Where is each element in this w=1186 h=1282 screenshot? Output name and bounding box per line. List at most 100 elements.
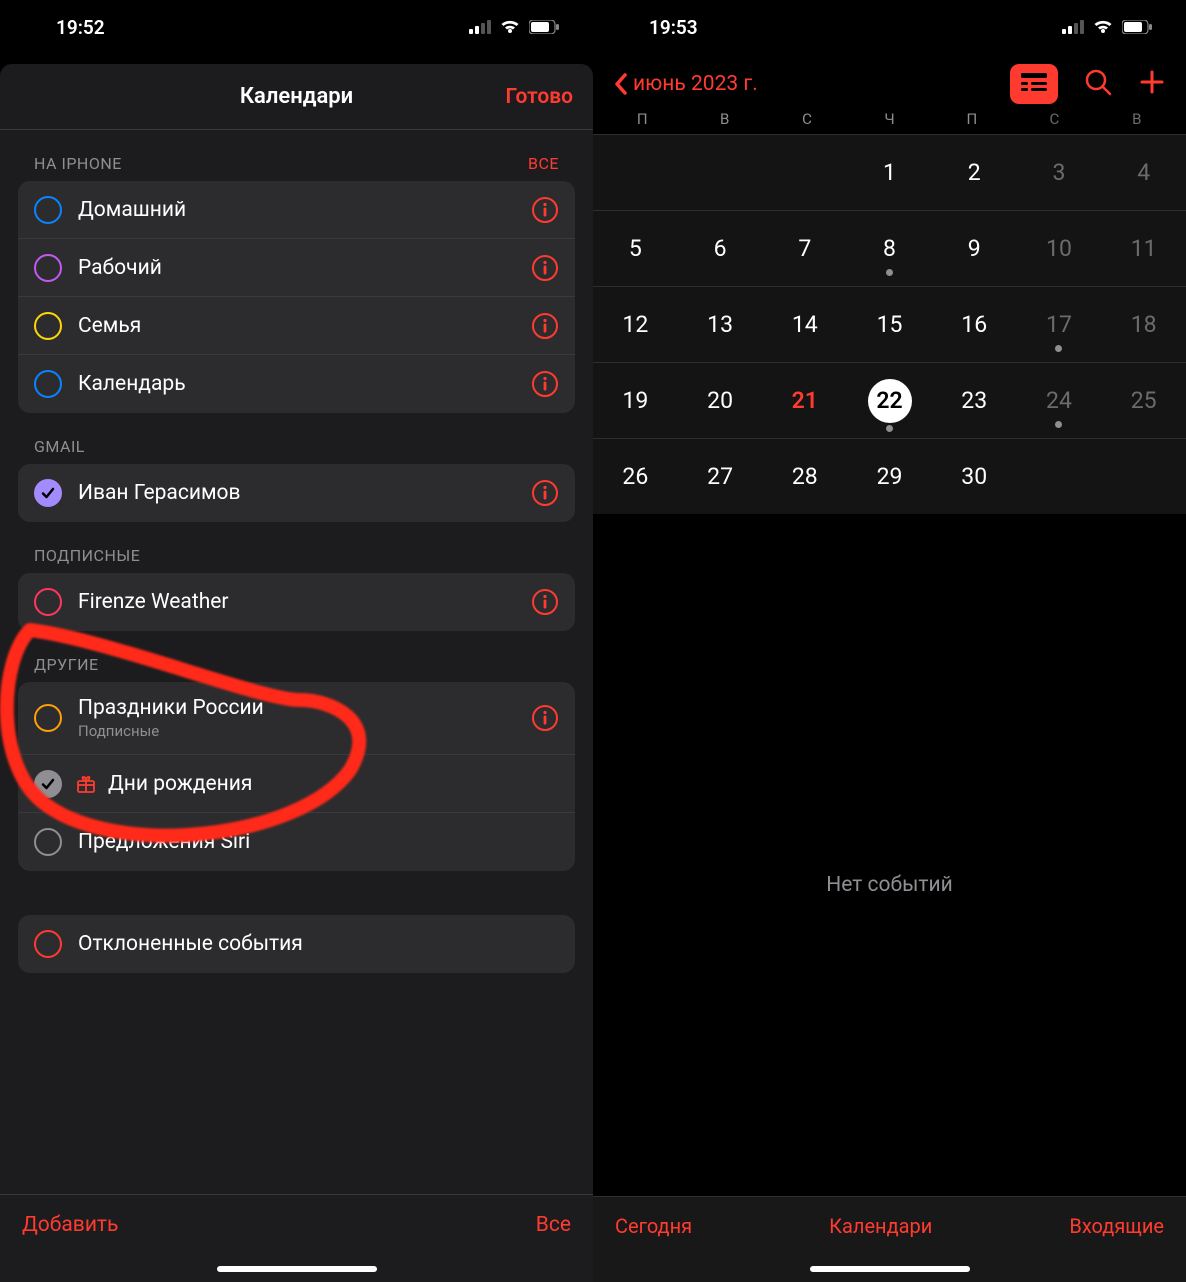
calendar-row[interactable]: Праздники РоссииПодписные <box>18 682 575 755</box>
bottom-toolbar: Сегодня Календари Входящие <box>593 1196 1186 1254</box>
weekday-label: П <box>601 110 683 128</box>
info-icon[interactable] <box>531 312 559 340</box>
day-cell[interactable]: 26 <box>593 439 678 514</box>
day-cell[interactable]: 24 <box>1017 363 1102 438</box>
day-cell[interactable]: 28 <box>762 439 847 514</box>
day-cell[interactable]: 22 <box>847 363 932 438</box>
day-cell[interactable]: 12 <box>593 287 678 362</box>
weekday-label: П <box>931 110 1013 128</box>
day-cell[interactable]: 14 <box>762 287 847 362</box>
calendar-row[interactable]: Семья <box>18 297 575 355</box>
section-header: ПОДПИСНЫЕ <box>0 522 593 573</box>
back-button[interactable]: июнь 2023 г. <box>613 72 758 96</box>
day-cell[interactable]: 19 <box>593 363 678 438</box>
day-cell[interactable]: 13 <box>678 287 763 362</box>
event-dot <box>886 425 893 432</box>
info-icon[interactable] <box>531 196 559 224</box>
weekday-label: С <box>766 110 848 128</box>
list-group: Иван Герасимов <box>18 464 575 522</box>
info-icon[interactable] <box>531 254 559 282</box>
calendar-row[interactable]: Иван Герасимов <box>18 464 575 522</box>
day-cell[interactable]: 27 <box>678 439 763 514</box>
calendar-row[interactable]: Дни рождения <box>18 755 575 813</box>
day-cell[interactable]: 25 <box>1101 363 1186 438</box>
day-cell[interactable]: 20 <box>678 363 763 438</box>
add-calendar-button[interactable]: Добавить <box>22 1213 118 1237</box>
section-header: ДРУГИЕ <box>0 631 593 682</box>
calendar-label: Рабочий <box>78 256 531 280</box>
status-bar: 19:52 <box>0 0 593 54</box>
check-circle[interactable] <box>34 254 62 282</box>
calendar-label: Firenze Weather <box>78 590 531 614</box>
search-button[interactable] <box>1084 68 1112 100</box>
day-cell[interactable]: 30 <box>932 439 1017 514</box>
day-cell[interactable]: 5 <box>593 211 678 286</box>
week-row: 567891011 <box>593 210 1186 286</box>
day-cell[interactable]: 4 <box>1101 135 1186 210</box>
day-cell[interactable]: 23 <box>932 363 1017 438</box>
calendar-row[interactable]: Календарь <box>18 355 575 413</box>
check-circle[interactable] <box>34 370 62 398</box>
calendar-label: Отклоненные события <box>78 932 559 956</box>
status-time: 19:53 <box>649 16 698 39</box>
check-circle[interactable] <box>34 588 62 616</box>
weekday-label: В <box>1096 110 1178 128</box>
day-cell <box>678 135 763 210</box>
day-cell[interactable]: 2 <box>932 135 1017 210</box>
calendar-row[interactable]: Firenze Weather <box>18 573 575 631</box>
list-view-button[interactable] <box>1010 64 1058 104</box>
sheet-body[interactable]: НА IPHONEВСЕДомашнийРабочийСемьяКалендар… <box>0 130 593 1194</box>
day-cell[interactable]: 16 <box>932 287 1017 362</box>
day-cell[interactable]: 18 <box>1101 287 1186 362</box>
add-event-button[interactable] <box>1138 68 1166 100</box>
day-cell[interactable]: 21 <box>762 363 847 438</box>
day-cell[interactable]: 6 <box>678 211 763 286</box>
weekday-label: В <box>683 110 765 128</box>
status-icons <box>469 19 559 35</box>
event-dot <box>1055 345 1062 352</box>
list-group: Праздники РоссииПодписныеДни рожденияПре… <box>18 682 575 871</box>
info-icon[interactable] <box>531 588 559 616</box>
day-cell[interactable]: 11 <box>1101 211 1186 286</box>
check-circle[interactable] <box>34 196 62 224</box>
inbox-button[interactable]: Входящие <box>1069 1214 1164 1238</box>
calendar-label: Иван Герасимов <box>78 481 531 505</box>
sheet-header: Календари Готово <box>0 64 593 130</box>
day-cell[interactable]: 7 <box>762 211 847 286</box>
info-icon[interactable] <box>531 479 559 507</box>
info-icon[interactable] <box>531 370 559 398</box>
check-circle[interactable] <box>34 930 62 958</box>
list-group: Firenze Weather <box>18 573 575 631</box>
calendar-label: Семья <box>78 314 531 338</box>
day-cell <box>762 135 847 210</box>
calendar-row[interactable]: Отклоненные события <box>18 915 575 973</box>
plus-icon <box>1138 68 1166 96</box>
no-events-label: Нет событий <box>593 514 1186 1196</box>
section-all-button[interactable]: ВСЕ <box>528 154 559 173</box>
done-button[interactable]: Готово <box>506 85 573 109</box>
check-circle[interactable] <box>34 828 62 856</box>
calendar-row[interactable]: Рабочий <box>18 239 575 297</box>
today-button[interactable]: Сегодня <box>615 1214 692 1238</box>
check-circle[interactable] <box>34 312 62 340</box>
day-cell[interactable]: 15 <box>847 287 932 362</box>
battery-icon <box>1122 20 1152 34</box>
sheet-title: Календари <box>240 84 353 109</box>
calendar-row[interactable]: Домашний <box>18 181 575 239</box>
calendars-button[interactable]: Календари <box>829 1214 932 1238</box>
check-circle[interactable] <box>34 704 62 732</box>
calendar-row[interactable]: Предложения Siri <box>18 813 575 871</box>
check-circle[interactable] <box>34 770 62 798</box>
day-cell[interactable]: 8 <box>847 211 932 286</box>
day-cell[interactable]: 29 <box>847 439 932 514</box>
day-cell <box>1101 439 1186 514</box>
status-time: 19:52 <box>56 16 105 39</box>
day-cell[interactable]: 1 <box>847 135 932 210</box>
check-circle[interactable] <box>34 479 62 507</box>
day-cell[interactable]: 10 <box>1017 211 1102 286</box>
day-cell[interactable]: 17 <box>1017 287 1102 362</box>
day-cell[interactable]: 3 <box>1017 135 1102 210</box>
show-all-button[interactable]: Все <box>536 1213 571 1237</box>
day-cell[interactable]: 9 <box>932 211 1017 286</box>
info-icon[interactable] <box>531 704 559 732</box>
